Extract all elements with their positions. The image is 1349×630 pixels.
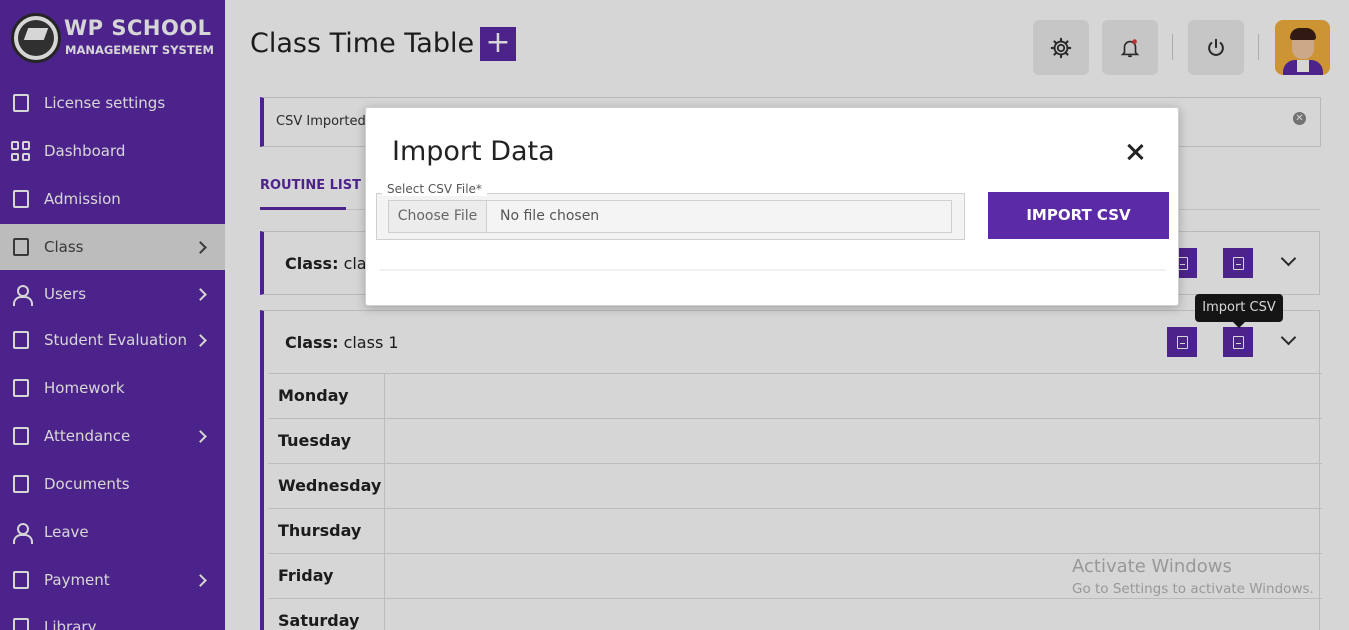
close-icon[interactable]	[1124, 142, 1146, 164]
modal-divider	[380, 269, 1166, 271]
file-field-label: Select CSV File*	[382, 182, 487, 196]
file-status: No file chosen	[500, 208, 600, 224]
csv-file-input[interactable]: Choose File No file chosen	[388, 200, 952, 233]
choose-file-button[interactable]: Choose File	[389, 201, 487, 232]
import-data-modal: Import Data Select CSV File* Choose File…	[365, 107, 1179, 306]
import-csv-submit-button[interactable]: IMPORT CSV	[988, 192, 1169, 239]
modal-title: Import Data	[392, 136, 555, 167]
modal-backdrop[interactable]	[0, 0, 1349, 630]
